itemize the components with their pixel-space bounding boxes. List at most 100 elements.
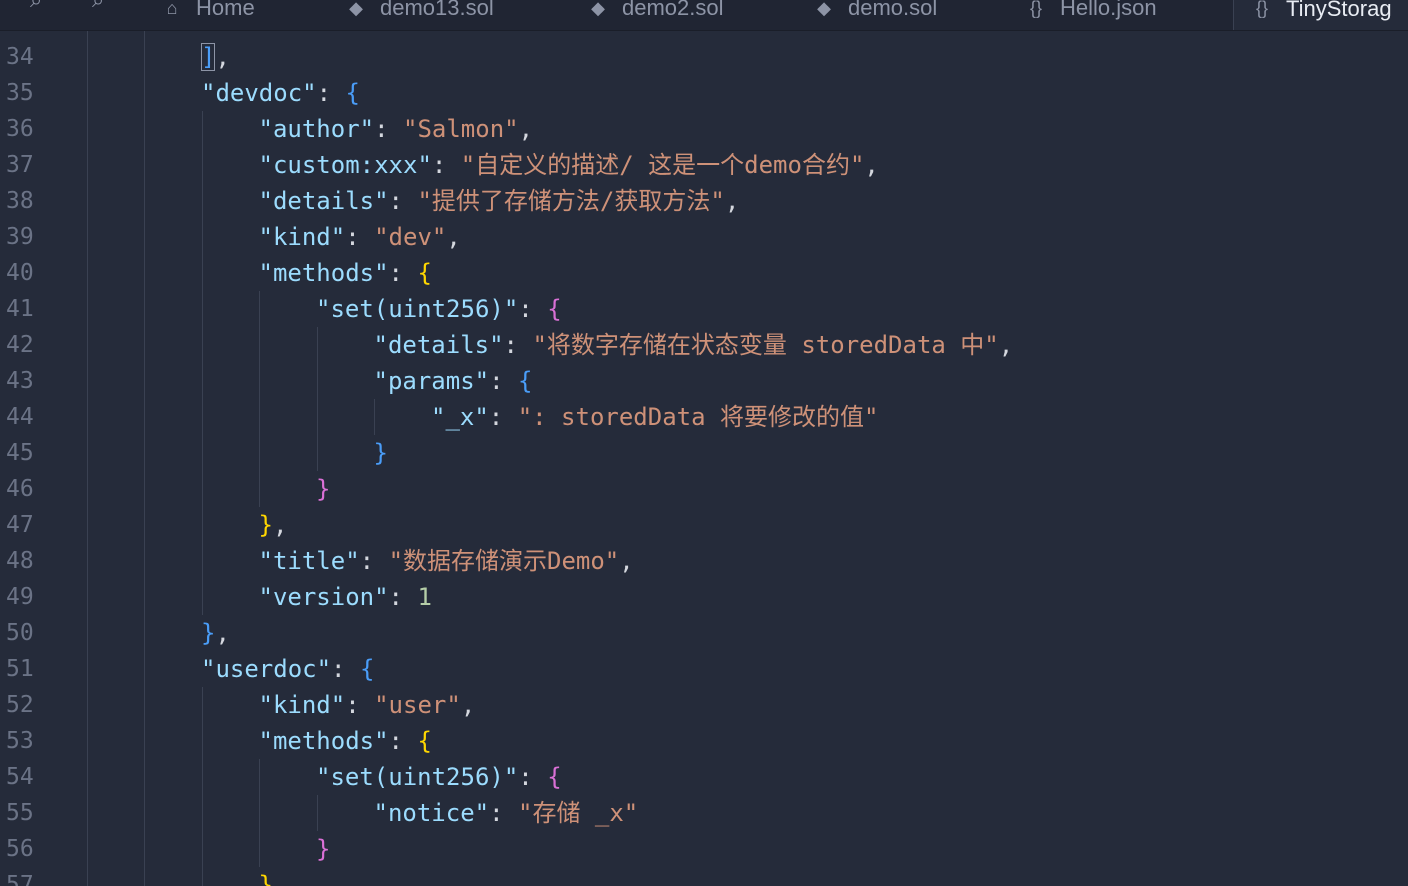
code-line[interactable]: 35 "devdoc": { [0, 75, 1408, 111]
bracket: } [316, 475, 331, 503]
line-number: 56 [6, 836, 34, 862]
punctuation: , [460, 691, 476, 719]
punctuation: , [215, 619, 230, 647]
line-number: 53 [6, 728, 34, 754]
line-number: 52 [6, 692, 34, 718]
search-icon[interactable]: ⌕ [92, 0, 104, 13]
line-number: 46 [6, 476, 34, 502]
code-line[interactable]: 43 "params": { [0, 363, 1408, 399]
punctuation: : [388, 187, 418, 215]
code-line[interactable]: 36 "author": "Salmon", [0, 111, 1408, 147]
tab-demo2[interactable]: ◆ demo2.sol [588, 0, 723, 30]
code-line[interactable]: 46} [0, 471, 1408, 507]
code-line[interactable]: 49 "version": 1 [0, 579, 1408, 615]
punctuation: , [998, 331, 1014, 359]
line-number: 42 [6, 332, 34, 358]
code-line[interactable]: 41 "set(uint256)": { [0, 291, 1408, 327]
code-text: } [316, 471, 330, 507]
punctuation: : [331, 655, 360, 683]
code-line[interactable]: 55 "notice": "存储 _x" [0, 795, 1408, 831]
json-key: "set(uint256)" [316, 295, 519, 323]
punctuation: , [272, 511, 288, 539]
json-key: "_x" [431, 403, 489, 431]
code-line[interactable]: 57} [0, 867, 1408, 886]
code-text: "custom:xxx": "自定义的描述/ 这是一个demo合约", [259, 147, 879, 183]
bracket: { [417, 727, 432, 755]
code-text: "version": 1 [259, 579, 432, 615]
code-text: "title": "数据存储演示Demo", [259, 543, 634, 579]
tab-label: demo.sol [848, 0, 938, 20]
bracket: { [547, 295, 562, 323]
json-string: "将数字存储在状态变量 storedData 中" [532, 331, 999, 359]
punctuation: : [503, 331, 533, 359]
json-key: "devdoc" [201, 79, 317, 107]
punctuation: , [446, 223, 461, 251]
file-icon: ◆ [349, 0, 363, 18]
json-key: "methods" [258, 259, 389, 287]
punctuation: : [488, 403, 518, 431]
search-icon[interactable]: ⌕ [30, 0, 42, 13]
punctuation: : [388, 259, 418, 287]
line-number: 38 [6, 188, 34, 214]
code-line[interactable]: 48 "title": "数据存储演示Demo", [0, 543, 1408, 579]
code-editor[interactable]: 34], 35 "devdoc": {36 "author": "Salmon", 37… [0, 31, 1408, 886]
code-line[interactable]: 45} [0, 435, 1408, 471]
json-key: "details" [373, 331, 504, 359]
tab-tinystorage-json[interactable]: {} TinyStorag [1233, 0, 1408, 30]
json-icon: {} [1255, 0, 1269, 18]
tab-demo[interactable]: ◆ demo.sol [814, 0, 937, 30]
tab-label: Hello.json [1060, 0, 1157, 20]
tab-label: demo13.sol [380, 0, 494, 20]
code-line[interactable]: 54 "set(uint256)": { [0, 759, 1408, 795]
json-key: "methods" [258, 727, 389, 755]
json-string: "提供了存储方法/获取方法" [417, 187, 725, 215]
code-line[interactable]: 51 "userdoc": { [0, 651, 1408, 687]
code-line[interactable]: 34], [0, 39, 1408, 75]
code-line[interactable]: 50}, [0, 615, 1408, 651]
code-line[interactable]: 42 "details": "将数字存储在状态变量 storedData 中", [0, 327, 1408, 363]
bracket: } [373, 439, 388, 467]
code-line[interactable]: 37 "custom:xxx": "自定义的描述/ 这是一个demo合约", [0, 147, 1408, 183]
line-number: 43 [6, 368, 34, 394]
code-line[interactable]: 38 "details": "提供了存储方法/获取方法", [0, 183, 1408, 219]
code-text: "devdoc": { [201, 75, 360, 111]
bracket: { [359, 655, 375, 683]
line-number: 44 [6, 404, 34, 430]
line-number: 50 [6, 620, 34, 646]
code-line[interactable]: 44 "_x": ": storedData 将要修改的值" [0, 399, 1408, 435]
punctuation: : [518, 295, 548, 323]
punctuation: : [388, 583, 418, 611]
code-line[interactable]: 52 "kind": "user", [0, 687, 1408, 723]
punctuation: : [345, 691, 375, 719]
code-text: "set(uint256)": { [316, 291, 562, 327]
line-number: 54 [6, 764, 34, 790]
tab-home[interactable]: ⌂ Home [162, 0, 255, 30]
bracket: { [417, 259, 432, 287]
tab-hello-json[interactable]: {} Hello.json [1026, 0, 1157, 30]
code-line[interactable]: 56} [0, 831, 1408, 867]
tab-label: TinyStorag [1286, 0, 1392, 21]
code-text: "kind": "dev", [259, 219, 461, 255]
indent-guide [86, 31, 88, 39]
punctuation: , [215, 43, 230, 71]
json-key: "kind" [258, 691, 346, 719]
punctuation: : [316, 79, 346, 107]
punctuation: : [374, 115, 403, 143]
punctuation: , [619, 547, 634, 575]
line-number: 51 [6, 656, 34, 682]
code-line[interactable]: 53 "methods": { [0, 723, 1408, 759]
json-key: "custom:xxx" [258, 151, 432, 179]
bracket: { [345, 79, 360, 107]
json-string: "数据存储演示Demo" [388, 547, 620, 575]
code-text: "notice": "存储 _x" [374, 795, 639, 831]
punctuation: : [518, 763, 548, 791]
json-key: "userdoc" [201, 655, 332, 683]
code-line[interactable]: 39 "kind": "dev", [0, 219, 1408, 255]
code-line[interactable]: 40 "methods": { [0, 255, 1408, 291]
punctuation: : [431, 151, 461, 179]
home-icon: ⌂ [166, 0, 178, 18]
json-number: 1 [417, 583, 432, 611]
code-line[interactable]: 47}, [0, 507, 1408, 543]
json-key: "title" [258, 547, 360, 575]
tab-demo13[interactable]: ◆ demo13.sol [346, 0, 494, 30]
